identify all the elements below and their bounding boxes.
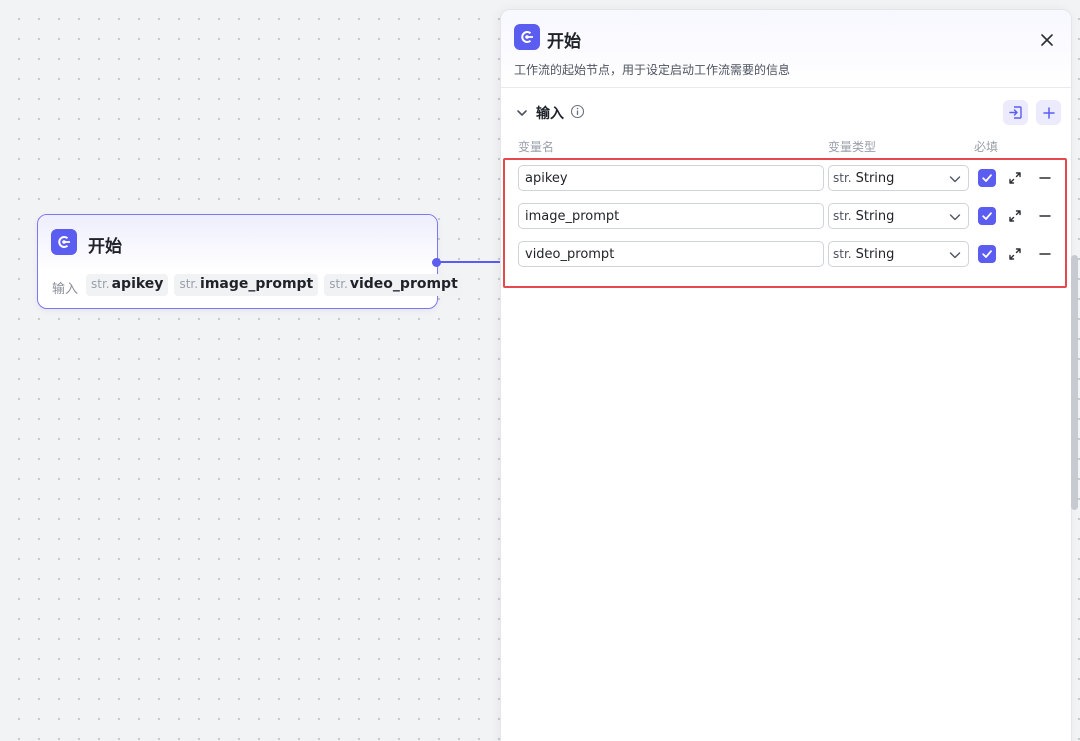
- param-type: str.: [329, 277, 348, 291]
- param-name: video_prompt: [349, 276, 458, 292]
- check-icon: [982, 174, 992, 182]
- chevron-down-icon: [949, 252, 961, 259]
- column-header-name: 变量名: [518, 140, 555, 154]
- panel-title: 开始: [547, 32, 581, 52]
- type-value: String: [855, 208, 895, 224]
- scrollbar[interactable]: [1071, 255, 1078, 510]
- variable-row: str. String: [501, 203, 1071, 229]
- required-checkbox[interactable]: [978, 245, 996, 263]
- expand-icon[interactable]: [1007, 208, 1023, 224]
- panel-description: 工作流的起始节点，用于设定启动工作流需要的信息: [514, 63, 791, 77]
- param-chip: str. image_prompt: [174, 274, 319, 296]
- start-node-icon: [514, 24, 540, 50]
- start-node-icon: [51, 229, 77, 255]
- param-type: str.: [91, 277, 110, 291]
- variable-row: str. String: [501, 241, 1071, 267]
- node-param-list: str. apikey str. image_prompt str. video…: [86, 274, 463, 296]
- variable-name-input[interactable]: [518, 165, 824, 191]
- plus-icon: [1042, 106, 1055, 119]
- chevron-down-icon[interactable]: [515, 106, 529, 120]
- expand-icon[interactable]: [1007, 170, 1023, 186]
- node-config-panel: 开始 工作流的起始节点，用于设定启动工作流需要的信息 输入 变量名 变量类型 必…: [500, 9, 1072, 741]
- info-icon[interactable]: [570, 104, 585, 119]
- minus-icon[interactable]: [1037, 170, 1053, 186]
- check-icon: [982, 212, 992, 220]
- connection-edge[interactable]: [440, 261, 500, 263]
- type-value: String: [855, 170, 895, 186]
- section-title: 输入: [536, 106, 564, 122]
- minus-icon[interactable]: [1037, 208, 1053, 224]
- variable-name-input[interactable]: [518, 203, 824, 229]
- check-icon: [982, 250, 992, 258]
- type-prefix: str.: [833, 247, 852, 261]
- expand-icon[interactable]: [1007, 246, 1023, 262]
- column-header-required: 必填: [974, 140, 999, 154]
- chevron-down-icon: [949, 176, 961, 183]
- start-node[interactable]: 开始 输入 str. apikey str. image_prompt str.…: [37, 214, 463, 309]
- close-button[interactable]: [1035, 28, 1059, 52]
- required-checkbox[interactable]: [978, 207, 996, 225]
- close-icon: [1041, 34, 1053, 46]
- import-icon: [1009, 106, 1022, 119]
- type-prefix: str.: [833, 209, 852, 223]
- column-header-type: 变量类型: [828, 140, 877, 154]
- type-prefix: str.: [833, 171, 852, 185]
- variable-type-select[interactable]: str. String: [828, 165, 969, 191]
- node-input-label: 输入: [52, 282, 79, 297]
- variable-name-input[interactable]: [518, 241, 824, 267]
- variable-row: str. String: [501, 165, 1071, 191]
- chevron-down-icon: [949, 214, 961, 221]
- param-name: apikey: [111, 276, 164, 292]
- required-checkbox[interactable]: [978, 169, 996, 187]
- param-type: str.: [179, 277, 199, 291]
- type-value: String: [855, 246, 895, 262]
- param-name: image_prompt: [200, 276, 314, 292]
- variable-type-select[interactable]: str. String: [828, 241, 969, 267]
- minus-icon[interactable]: [1037, 246, 1053, 262]
- import-button[interactable]: [1003, 100, 1028, 125]
- node-title: 开始: [88, 237, 122, 257]
- variable-type-select[interactable]: str. String: [828, 203, 969, 229]
- param-chip: str. apikey: [86, 274, 169, 296]
- add-variable-button[interactable]: [1036, 100, 1061, 125]
- param-chip: str. video_prompt: [324, 274, 463, 296]
